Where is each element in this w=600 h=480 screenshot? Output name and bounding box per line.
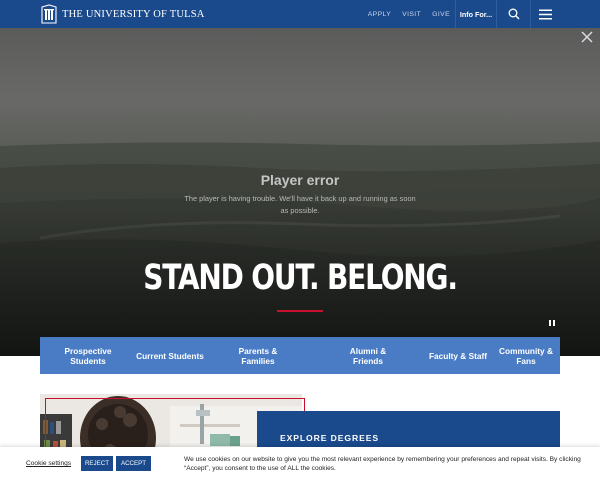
player-error-title: Player error — [260, 172, 340, 188]
university-logo[interactable]: THE UNIVERSITY OF TULSA — [40, 0, 205, 28]
audience-faculty-staff[interactable]: Faculty & Staff — [424, 337, 492, 374]
menu-button[interactable] — [530, 0, 560, 28]
nav-give[interactable]: GIVE — [432, 11, 450, 18]
utility-nav: APPLY VISIT GIVE — [368, 0, 450, 28]
pause-bar-right — [553, 320, 555, 326]
site-header: THE UNIVERSITY OF TULSA APPLY VISIT GIVE… — [0, 0, 600, 28]
audience-alumni-friends[interactable]: Alumni & Friends — [312, 337, 424, 374]
hero-divider — [277, 310, 323, 312]
info-for-button[interactable]: Info For... — [455, 0, 497, 28]
audience-community-fans[interactable]: Community & Fans — [492, 337, 560, 374]
pause-bar-left — [549, 320, 551, 326]
explore-degrees-label[interactable]: EXPLORE DEGREES — [280, 433, 379, 443]
logo-text: THE UNIVERSITY OF TULSA — [62, 8, 205, 20]
tu-logo-icon — [41, 4, 57, 24]
close-icon[interactable] — [580, 30, 594, 44]
page: THE UNIVERSITY OF TULSA APPLY VISIT GIVE… — [0, 0, 600, 480]
cookie-settings-link[interactable]: Cookie settings — [26, 460, 71, 467]
menu-icon — [539, 9, 552, 19]
nav-visit[interactable]: VISIT — [402, 11, 421, 18]
audience-prospective-students[interactable]: Prospective Students — [40, 337, 136, 374]
cookie-message: We use cookies on our website to give yo… — [184, 456, 581, 472]
search-button[interactable] — [500, 0, 528, 28]
reject-button[interactable]: REJECT — [81, 456, 113, 471]
audience-current-students[interactable]: Current Students — [136, 337, 204, 374]
hero-aerial-landscape — [0, 28, 600, 356]
player-error-message: The player is having trouble. We'll have… — [184, 194, 416, 215]
hero-video: Player error The player is having troubl… — [0, 28, 600, 356]
pause-icon[interactable] — [547, 318, 557, 328]
search-icon — [508, 8, 520, 20]
audience-nav: Prospective Students Current Students Pa… — [40, 337, 560, 374]
cookie-banner: Cookie settings REJECT ACCEPT We use coo… — [0, 447, 600, 480]
nav-apply[interactable]: APPLY — [368, 11, 391, 18]
audience-parents-families[interactable]: Parents & Families — [204, 337, 312, 374]
accept-button[interactable]: ACCEPT — [116, 456, 151, 471]
hero-headline: STAND OUT. BELONG. — [143, 258, 458, 298]
